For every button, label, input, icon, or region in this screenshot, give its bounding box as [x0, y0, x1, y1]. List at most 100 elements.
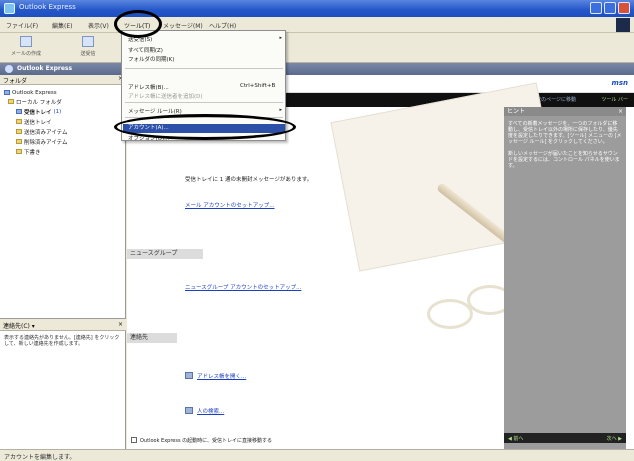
send-receive-icon [82, 36, 94, 47]
contacts-empty-message: 表示する連絡先がありません。[連絡先] をクリックして、新しい連絡先を作成します… [4, 335, 120, 347]
window-title: Outlook Express [19, 3, 76, 11]
menu-help[interactable]: ヘルプ(H) [209, 21, 236, 30]
menu-item-accounts[interactable]: アカウント(A)... [123, 124, 285, 133]
submenu-arrow-icon: ▸ [279, 107, 282, 113]
open-address-book-link[interactable]: アドレス帳を開く... [197, 372, 246, 380]
new-mail-icon [20, 36, 32, 47]
windows-logo-icon [616, 18, 630, 32]
minimize-button[interactable] [590, 2, 602, 14]
menu-item-options[interactable]: オプション(O)... [128, 134, 169, 142]
tree-item-label: 送信済みアイテム [24, 129, 68, 136]
toolbar-link[interactable]: ツール バー [601, 96, 628, 103]
news-setup-link[interactable]: ニュースグループ アカウントのセットアップ... [185, 283, 301, 291]
create-mail-button[interactable]: メールの作成 [4, 35, 48, 61]
maximize-button[interactable] [604, 2, 616, 14]
mail-setup-link[interactable]: メール アカウントのセットアップ... [185, 201, 275, 209]
next-tip-button[interactable]: 次へ ▶ [607, 435, 622, 442]
status-text: アカウントを編集します。 [4, 454, 76, 461]
send-receive-label: 送受信 [80, 51, 96, 57]
drafts-icon [16, 149, 22, 154]
tree-item-deleted[interactable]: 削除済みアイテム [16, 137, 67, 146]
menu-item-message-rules[interactable]: メッセージ ルール(R) ▸ [128, 107, 286, 115]
unread-mail-text: 受信トレイに 1 通の未開封メッセージがあります。 [185, 177, 313, 183]
close-button[interactable] [618, 2, 630, 14]
close-icon[interactable]: × [118, 321, 123, 328]
outlook-bar-label: Outlook Express [17, 65, 73, 72]
contacts-section: 連絡先 [127, 333, 177, 343]
tree-item-label: 削除済みアイテム [24, 139, 68, 146]
menu-edit[interactable]: 編集(E) [52, 21, 72, 30]
tree-item-drafts[interactable]: 下書き [16, 147, 41, 156]
window-controls [590, 2, 630, 14]
contacts-button[interactable]: 連絡先(C) ▾ [3, 321, 35, 330]
startup-inbox-checkbox[interactable] [131, 437, 137, 443]
menu-message[interactable]: メッセージ(M) [163, 21, 203, 30]
sent-items-icon [16, 129, 22, 134]
folder-icon [8, 99, 14, 104]
tips-body: すべての新着メッセージを、一つのフォルダに移動し、受信トレイ以外の場所に保存した… [508, 121, 622, 169]
menu-item-add-sender[interactable]: アドレス帳に送信者を追加(D) [128, 92, 203, 100]
menu-bar: ファイル(F) 編集(E) 表示(V) ツール(T) メッセージ(M) ヘルプ(… [0, 17, 634, 33]
tree-item-label: 送信トレイ [24, 119, 52, 126]
create-mail-label: メールの作成 [10, 51, 41, 57]
previous-tip-button[interactable]: ◀ 前へ [508, 435, 523, 442]
menu-item-sync-all[interactable]: すべて同期(Z) [128, 46, 163, 54]
find-people-icon [185, 407, 193, 414]
menu-item-address-book[interactable]: アドレス帳(B)... Ctrl+Shift+B [128, 83, 286, 91]
tree-item-label: Outlook Express [12, 89, 57, 96]
menu-separator [125, 102, 283, 103]
tree-item-label: 受信トレイ [24, 109, 52, 116]
tip-text-2: 新しいメッセージが届いたことを知らせるサウンドを設定するには、コントロール パネ… [508, 151, 620, 169]
menu-item-label: すべて同期(Z) [128, 48, 163, 54]
menu-item-label: 送受信(S) [128, 37, 153, 43]
tip-of-the-day-panel: ヒント × すべての新着メッセージを、一つのフォルダに移動し、受信トレイ以外の場… [504, 107, 626, 449]
address-book-icon [185, 372, 193, 379]
submenu-arrow-icon: ▸ [279, 35, 282, 41]
status-bar: アカウントを編集します。 [0, 449, 634, 461]
tree-item-outlook-express[interactable]: Outlook Express [4, 88, 57, 97]
folder-pane: フォルダ × Outlook Express ローカル フォルダ 受信トレイ (… [0, 75, 126, 318]
folder-pane-header: フォルダ × [0, 75, 126, 85]
tree-item-sent[interactable]: 送信済みアイテム [16, 127, 67, 136]
menu-item-label: アドレス帳に送信者を追加(D) [128, 94, 203, 100]
tree-item-label: ローカル フォルダ [16, 99, 62, 106]
newsgroups-section: ニュースグループ [127, 249, 203, 259]
lens-left [427, 299, 473, 329]
menu-separator [125, 117, 283, 118]
find-people-link[interactable]: 人の検索... [197, 407, 224, 415]
tips-title: ヒント [507, 108, 526, 115]
menu-item-shortcut: Ctrl+Shift+B [240, 83, 276, 89]
tips-footer: ◀ 前へ 次へ ▶ [504, 433, 626, 443]
tips-header: ヒント × [504, 107, 626, 116]
unread-count: (1) [53, 108, 62, 115]
menu-separator [125, 68, 283, 69]
menu-tools[interactable]: ツール(T) [124, 21, 150, 30]
menu-file[interactable]: ファイル(F) [6, 21, 38, 30]
goto-link[interactable]: 次のページに移動 [536, 96, 576, 103]
outlook-bar: Outlook Express [0, 63, 634, 75]
contacts-pane: 連絡先(C) ▾ × 表示する連絡先がありません。[連絡先] をクリックして、新… [0, 318, 126, 449]
menu-item-label: フォルダの同期(K) [128, 57, 175, 63]
folder-pane-title: フォルダ [3, 78, 28, 85]
startup-inbox-label: Outlook Express の起動時に、受信トレイに直接移動する [140, 438, 273, 444]
menu-item-label: オプション(O)... [128, 136, 170, 142]
tools-dropdown-menu: 送受信(S) ▸ すべて同期(Z) フォルダの同期(K) アドレス帳(B)...… [121, 30, 286, 142]
menu-item-label: アカウント(A)... [128, 125, 169, 131]
menu-item-send-receive[interactable]: 送受信(S) ▸ [128, 35, 286, 43]
send-receive-button[interactable]: 送受信 [66, 35, 110, 61]
deleted-items-icon [16, 139, 22, 144]
menu-item-label: メッセージ ルール(R) [128, 109, 182, 115]
menu-item-label: アドレス帳(B)... [128, 85, 169, 91]
close-icon[interactable]: × [618, 107, 623, 116]
contacts-pane-header: 連絡先(C) ▾ × [0, 319, 126, 331]
tree-item-outbox[interactable]: 送信トレイ [16, 117, 52, 126]
msn-logo: msn [611, 79, 628, 87]
app-icon [4, 3, 15, 14]
toolbar: メールの作成 送受信 [0, 33, 634, 63]
tree-item-local-folders[interactable]: ローカル フォルダ [8, 97, 62, 106]
menu-item-sync-folder[interactable]: フォルダの同期(K) [128, 55, 174, 63]
tree-item-inbox[interactable]: 受信トレイ (1) [16, 107, 61, 116]
menu-view[interactable]: 表示(V) [88, 21, 109, 30]
tree-item-label: 下書き [24, 149, 41, 156]
outlook-express-window: Outlook Express ファイル(F) 編集(E) 表示(V) ツール(… [0, 0, 634, 461]
